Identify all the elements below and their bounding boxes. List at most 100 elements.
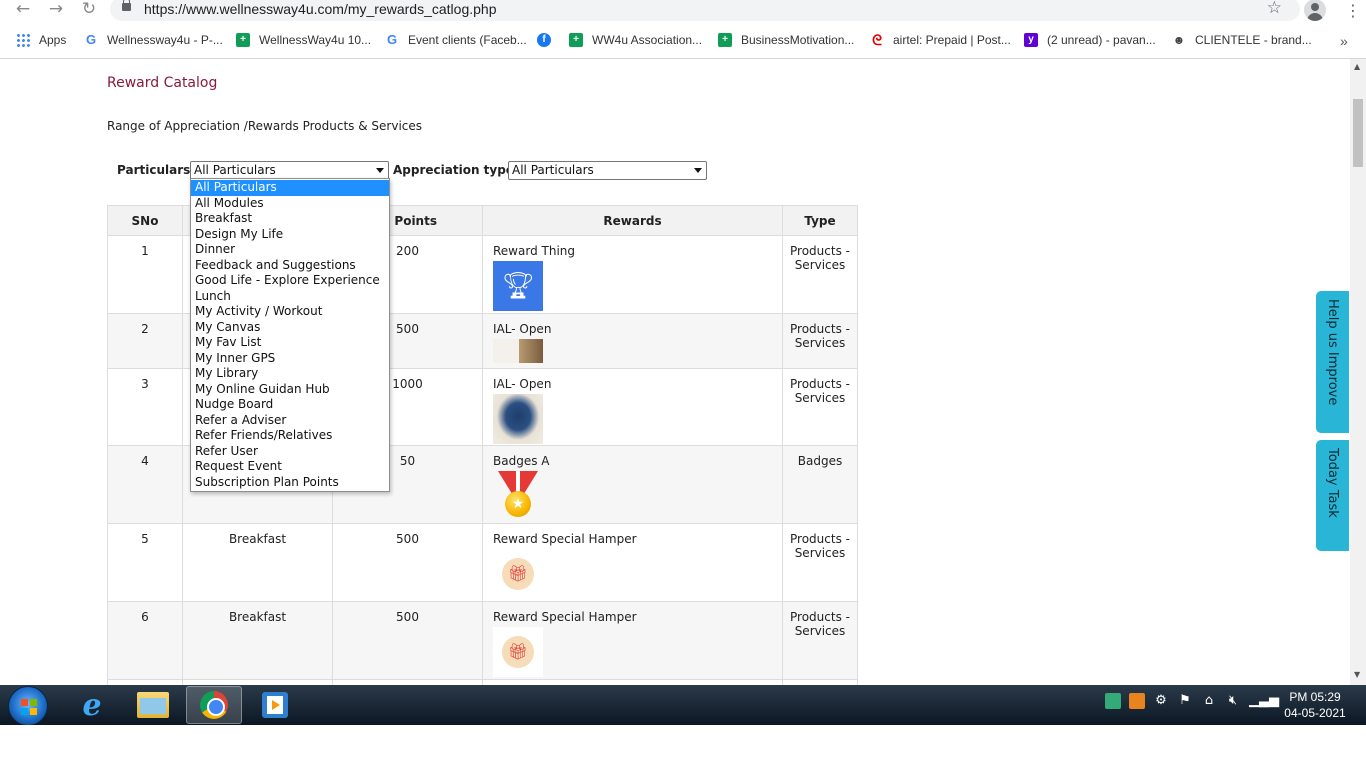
gift-icon: 🎁︎ [502, 558, 534, 590]
dropdown-option[interactable]: Design My Life [191, 227, 389, 243]
dropdown-option[interactable]: Refer User [191, 444, 389, 460]
bookmark-airtel[interactable]: ᘓ airtel: Prepaid | Post... [870, 33, 1011, 47]
browser-menu-icon[interactable]: ⋮ [1345, 1, 1361, 20]
gift-image: 🎁︎ [493, 549, 543, 599]
windows-logo-icon [21, 699, 37, 715]
trophy-icon: 🏆︎ [501, 271, 535, 301]
yahoo-icon: y [1024, 33, 1038, 47]
dropdown-option[interactable]: Lunch [191, 289, 389, 305]
reward-name: Reward Special Hamper [493, 532, 637, 546]
cell-sno: 4 [107, 445, 183, 524]
screen-bottom-margin [0, 725, 1366, 768]
address-bar[interactable]: https://www.wellnessway4u.com/my_rewards… [110, 0, 1300, 21]
tray-network-share-icon[interactable]: ⚙ [1153, 693, 1169, 709]
internet-explorer-taskbar-button[interactable]: e [64, 686, 120, 724]
particulars-dropdown-list[interactable]: All Particulars All Modules Breakfast De… [190, 178, 390, 492]
bookmark-ww4u-association[interactable]: + WW4u Association... [569, 33, 702, 47]
dropdown-option[interactable]: Refer a Adviser [191, 413, 389, 429]
bookmark-wellnessway4u-10[interactable]: + WellnessWay4u 10... [236, 33, 371, 47]
dropdown-option[interactable]: My Library [191, 366, 389, 382]
tray-device-icon[interactable]: ⌂ [1201, 693, 1217, 709]
bookmarks-bar: Apps G Wellnessway4u - P-... + WellnessW… [0, 30, 1366, 54]
google-icon: G [386, 32, 398, 47]
windows-taskbar: e ⚙ ⚑ ⌂ 🔇︎ ▁▃▅ PM 05:29 04-05-2021 [0, 685, 1366, 726]
profile-avatar-icon[interactable] [1304, 0, 1326, 21]
reward-name: Reward Special Hamper [493, 610, 637, 624]
tray-app-icon[interactable] [1129, 693, 1145, 709]
cell-type: Badges [782, 445, 858, 524]
forward-arrow-icon[interactable]: → [45, 0, 67, 20]
dropdown-option[interactable]: Nudge Board [191, 397, 389, 413]
apps-grid-icon [16, 33, 30, 47]
scroll-up-arrow-icon[interactable]: ▲ [1354, 62, 1360, 71]
tray-app-icon[interactable] [1105, 693, 1121, 709]
cell-sno: 2 [107, 313, 183, 369]
back-arrow-icon[interactable]: ← [12, 0, 34, 20]
reward-name: Badges A [493, 454, 550, 468]
appreciation-type-select[interactable]: All Particulars [508, 161, 707, 180]
reward-name: IAL- Open [493, 377, 552, 391]
airtel-icon: ᘓ [872, 32, 882, 48]
bookmark-businessmotivation[interactable]: + BusinessMotivation... [718, 33, 854, 47]
dropdown-option[interactable]: Dinner [191, 242, 389, 258]
cell-particular: Breakfast [182, 523, 333, 602]
bookmark-label: (2 unread) - pavan... [1047, 33, 1156, 47]
bookmark-star-icon[interactable]: ☆ [1267, 0, 1282, 18]
dropdown-option[interactable]: All Modules [191, 196, 389, 212]
table-row: 5 Breakfast 500 Reward Special Hamper 🎁︎… [107, 523, 858, 602]
media-player-taskbar-button[interactable] [247, 686, 303, 724]
cell-sno: 6 [107, 601, 183, 680]
page-subtitle: Range of Appreciation /Rewards Products … [107, 119, 423, 133]
trophy-image: 🏆︎ [493, 261, 543, 311]
medal-image: ★ [493, 471, 543, 521]
bookmark-label: CLIENTELE - brand... [1195, 33, 1312, 47]
bookmark-wellnessway4u[interactable]: G Wellnessway4u - P-... [84, 33, 223, 48]
dropdown-option[interactable]: Breakfast [191, 211, 389, 227]
help-us-improve-tab[interactable]: Help us Improve [1316, 291, 1349, 433]
clock-date: 04-05-2021 [1284, 706, 1346, 720]
bookmark-label: WellnessWay4u 10... [259, 33, 372, 47]
bookmark-label: WW4u Association... [592, 33, 703, 47]
scrollbar-thumb[interactable] [1353, 99, 1363, 167]
scroll-down-arrow-icon[interactable]: ▼ [1354, 670, 1360, 679]
dropdown-option[interactable]: Feedback and Suggestions [191, 258, 389, 274]
signal-strength-icon[interactable]: ▁▃▅ [1249, 693, 1279, 709]
volume-muted-icon[interactable]: 🔇︎ [1225, 693, 1241, 709]
today-task-tab[interactable]: Today Task [1316, 440, 1349, 551]
action-center-flag-icon[interactable]: ⚑ [1177, 693, 1193, 709]
cell-type: Products - Services [782, 368, 858, 446]
dropdown-option[interactable]: Subscription Plan Points [191, 475, 389, 491]
dropdown-option[interactable]: My Canvas [191, 320, 389, 336]
system-clock[interactable]: PM 05:29 04-05-2021 [1280, 689, 1350, 721]
dropdown-option[interactable]: All Particulars [191, 180, 389, 196]
dropdown-option[interactable]: Refer Friends/Relatives [191, 428, 389, 444]
reload-icon[interactable]: ↻ [78, 0, 100, 20]
chrome-taskbar-button[interactable] [186, 686, 242, 724]
file-explorer-taskbar-button[interactable] [125, 686, 181, 724]
bookmark-yahoo-mail[interactable]: y (2 unread) - pavan... [1024, 33, 1156, 47]
particulars-select-value: All Particulars [194, 163, 276, 177]
dropdown-option[interactable]: Good Life - Explore Experience [191, 273, 389, 289]
dropdown-option[interactable]: Request Event [191, 459, 389, 475]
start-button[interactable] [8, 686, 48, 726]
url-text[interactable]: https://www.wellnessway4u.com/my_rewards… [144, 1, 497, 17]
column-header-type: Type [782, 205, 858, 236]
dropdown-option[interactable]: My Inner GPS [191, 351, 389, 367]
cell-points: 500 [332, 523, 483, 602]
folder-icon [137, 692, 169, 718]
bookmark-clientele[interactable]: ☻ CLIENTELE - brand... [1172, 33, 1312, 47]
cell-sno: 3 [107, 368, 183, 446]
bookmark-label: Event clients (Faceb... [408, 33, 527, 47]
bookmark-event-clients[interactable]: G Event clients (Faceb... [385, 32, 527, 48]
column-header-sno: SNo [107, 205, 183, 236]
today-task-label: Today Task [1325, 448, 1340, 518]
browser-toolbar: ← → ↻ https://www.wellnessway4u.com/my_r… [0, 0, 1366, 22]
bookmark-facebook[interactable]: f [537, 33, 560, 47]
bookmark-apps[interactable]: Apps [16, 33, 66, 47]
dropdown-option[interactable]: My Fav List [191, 335, 389, 351]
bookmark-label: Wellnessway4u - P-... [107, 33, 223, 47]
dropdown-option[interactable]: My Online Guidan Hub [191, 382, 389, 398]
help-us-improve-label: Help us Improve [1325, 299, 1340, 406]
dropdown-option[interactable]: My Activity / Workout [191, 304, 389, 320]
bookmarks-overflow-icon[interactable]: » [1340, 33, 1348, 49]
